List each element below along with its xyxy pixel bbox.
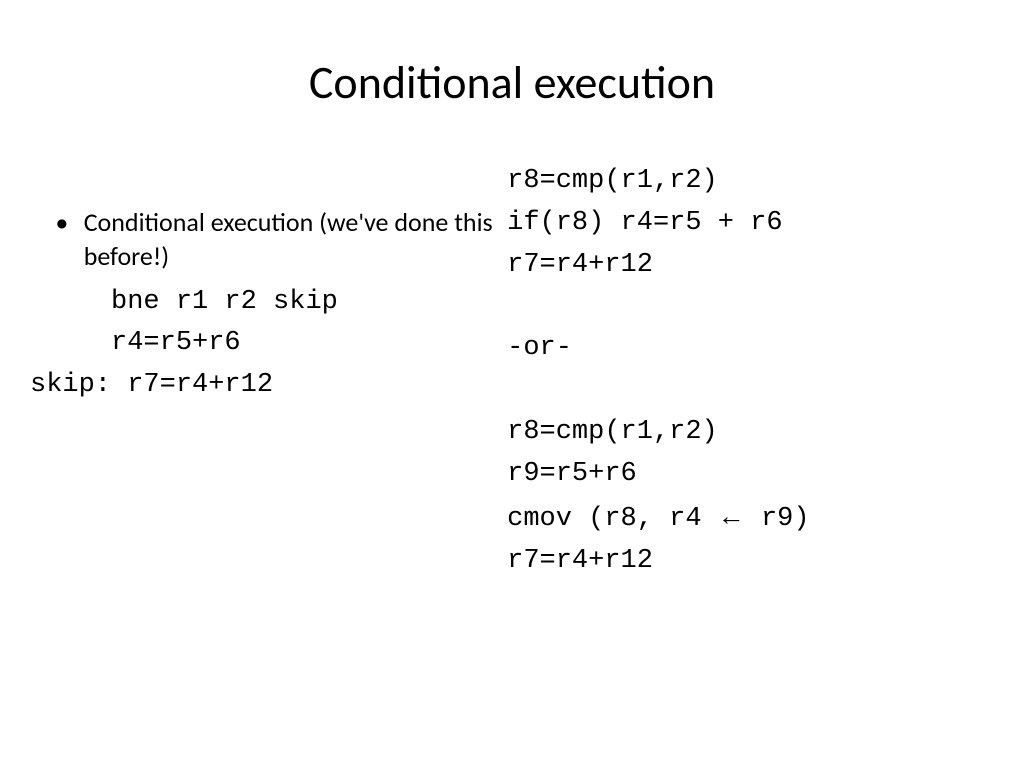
- code-line: skip: r7=r4+r12: [30, 370, 273, 400]
- bullet-dot-icon: •: [30, 206, 84, 240]
- code-line: r7=r4+r12: [507, 250, 653, 280]
- bullet-item: • Conditional execution (we've done this…: [30, 206, 507, 274]
- right-column: r8=cmp(r1,r2) if(r8) r4=r5 + r6 r7=r4+r1…: [507, 131, 994, 582]
- code-right-block: r8=cmp(r1,r2) if(r8) r4=r5 + r6 r7=r4+r1…: [507, 161, 994, 582]
- slide-content: • Conditional execution (we've done this…: [0, 131, 1024, 582]
- bullet-text: Conditional execution (we've done this b…: [84, 206, 507, 274]
- left-arrow-icon: ←: [718, 501, 745, 531]
- slide: Conditional execution • Conditional exec…: [0, 0, 1024, 768]
- code-line: cmov (r8, r4 ← r9): [507, 504, 809, 534]
- code-line: if(r8) r4=r5 + r6: [507, 208, 782, 238]
- code-line: bne r1 r2 skip: [30, 287, 338, 317]
- slide-title: Conditional execution: [0, 0, 1024, 131]
- code-line: r9=r5+r6: [507, 459, 637, 489]
- code-line: r8=cmp(r1,r2): [507, 417, 718, 447]
- or-label: -or-: [507, 333, 572, 363]
- left-column: • Conditional execution (we've done this…: [30, 131, 507, 582]
- code-line: r8=cmp(r1,r2): [507, 166, 718, 196]
- code-line: r4=r5+r6: [30, 328, 241, 358]
- code-left-block: bne r1 r2 skip r4=r5+r6 skip: r7=r4+r12: [30, 282, 507, 408]
- code-line: r7=r4+r12: [507, 546, 653, 576]
